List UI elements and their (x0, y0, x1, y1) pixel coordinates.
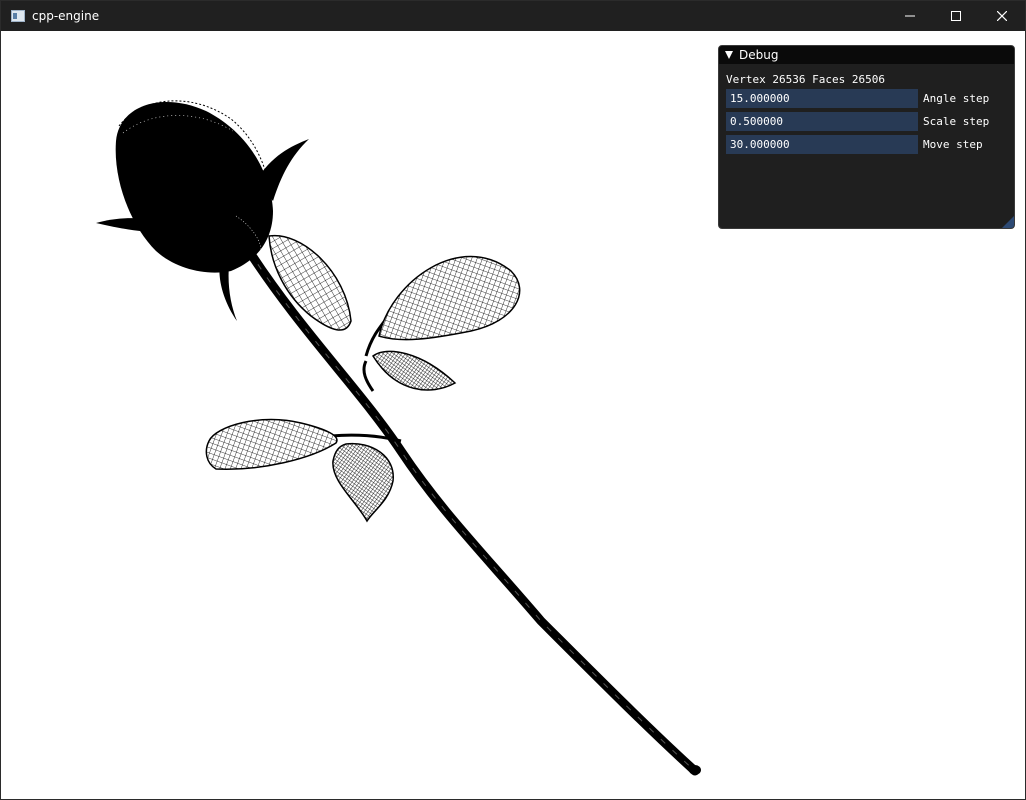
maximize-icon (951, 11, 961, 21)
resize-grip-icon[interactable] (1002, 216, 1014, 228)
app-window: cpp-engine Debug Vertex 26536 Faces 2650… (0, 0, 1026, 800)
debug-panel-title: Debug (739, 48, 779, 62)
window-controls (887, 1, 1025, 31)
move-step-input[interactable] (726, 135, 918, 154)
leaf-near-bud (268, 234, 352, 331)
scale-step-label: Scale step (923, 115, 990, 128)
leaf-lower-left (205, 418, 338, 470)
close-icon (997, 11, 1007, 21)
maximize-button[interactable] (933, 1, 979, 31)
mesh-stats: Vertex 26536 Faces 26506 (726, 73, 885, 86)
debug-panel[interactable]: Debug Vertex 26536 Faces 26506 Angle ste… (718, 45, 1015, 229)
move-step-label: Move step (923, 138, 983, 151)
leaf-lower-hanging (332, 442, 394, 523)
minimize-button[interactable] (887, 1, 933, 31)
angle-step-input[interactable] (726, 89, 918, 108)
move-step-row: Move step (726, 135, 983, 154)
debug-panel-header[interactable]: Debug (719, 46, 1014, 64)
app-window-icon (10, 8, 26, 24)
minimize-icon (905, 15, 915, 17)
close-button[interactable] (979, 1, 1025, 31)
angle-step-label: Angle step (923, 92, 990, 105)
window-title: cpp-engine (32, 9, 100, 23)
rose-bud (115, 102, 273, 273)
triangle-down-icon[interactable] (725, 51, 733, 59)
scale-step-row: Scale step (726, 112, 989, 131)
leaf-middle (372, 350, 457, 391)
angle-step-row: Angle step (726, 89, 989, 108)
title-bar[interactable]: cpp-engine (1, 1, 1025, 31)
scale-step-input[interactable] (726, 112, 918, 131)
leaf-upper-right (378, 255, 521, 341)
